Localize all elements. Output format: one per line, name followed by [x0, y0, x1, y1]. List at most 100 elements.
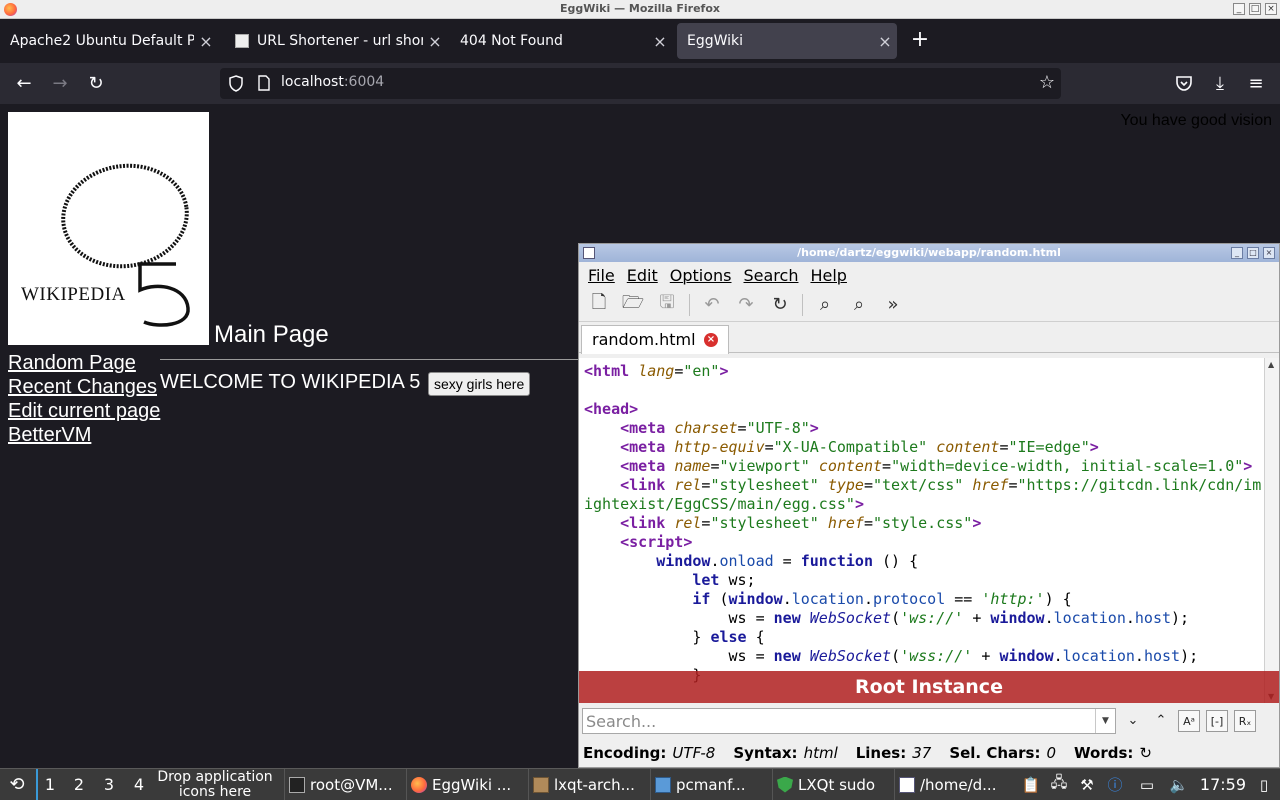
task-label: root@VM...: [310, 775, 393, 794]
reload-file-icon[interactable]: ↻: [768, 293, 792, 317]
editor-scrollbar[interactable]: ▲ ▼: [1264, 358, 1279, 703]
close-window-button[interactable]: ×: [1265, 3, 1277, 15]
code-editor[interactable]: <html lang="en"> <head> <meta charset="U…: [579, 358, 1265, 703]
open-folder-icon[interactable]: 🗁: [621, 292, 645, 317]
wiki-logo[interactable]: WIKIPEDIA: [8, 112, 209, 345]
volume-icon[interactable]: 🔈: [1167, 769, 1191, 800]
title-divider: [160, 359, 580, 360]
maximize-button[interactable]: □: [1249, 3, 1261, 15]
tab-eggwiki[interactable]: EggWiki ×: [677, 23, 897, 59]
tab-close-icon[interactable]: ×: [648, 32, 672, 51]
undo-icon[interactable]: ↶: [700, 293, 724, 317]
refresh-word-count-icon[interactable]: ↻: [1139, 744, 1152, 762]
tab-404[interactable]: 404 Not Found ×: [450, 23, 672, 59]
task-lxqt-sudo[interactable]: LXQt sudo: [772, 769, 890, 800]
desktop-2[interactable]: 2: [66, 769, 92, 800]
taskbar-clock[interactable]: 17:59: [1200, 775, 1246, 794]
tab-close-icon[interactable]: ×: [194, 32, 218, 51]
editor-titlebar[interactable]: /home/dartz/eggwiki/webapp/random.html _…: [579, 244, 1279, 262]
menu-edit[interactable]: Edit: [627, 266, 658, 285]
tab-label: 404 Not Found: [460, 33, 563, 49]
tab-apache[interactable]: Apache2 Ubuntu Default Page ×: [0, 23, 218, 59]
taskbar: ⟲ 1 2 3 4 Drop application icons here ro…: [0, 768, 1280, 800]
editor-minimize-button[interactable]: _: [1231, 247, 1243, 259]
url-bar[interactable]: localhost:6004 ☆: [220, 68, 1061, 99]
editor-tab-random-html[interactable]: random.html ×: [581, 325, 729, 354]
minimize-button[interactable]: _: [1233, 3, 1245, 15]
notes-icon[interactable]: ▭: [1135, 769, 1159, 800]
editor-toolbar: 🗋 🗁 🖫 ↶ ↷ ↻ ⌕ ⌕ »: [579, 288, 1279, 322]
find-prev-chevron-up-icon[interactable]: ⌃: [1150, 710, 1172, 732]
tab-close-icon[interactable]: ×: [423, 32, 447, 51]
start-menu-icon[interactable]: ⟲: [4, 769, 30, 800]
menu-options[interactable]: Options: [670, 266, 732, 285]
syntax-label: Syntax:: [733, 743, 798, 762]
egg-logo-drawing: [61, 163, 190, 327]
task-label: /home/d...: [920, 775, 997, 794]
url-text[interactable]: localhost:6004: [281, 74, 384, 90]
reload-icon[interactable]: ↻: [83, 71, 109, 97]
task-archiver[interactable]: lxqt-arch...: [528, 769, 646, 800]
side-navigation: Random Page Recent Changes Edit current …: [8, 351, 160, 447]
clipboard-icon[interactable]: 📋: [1019, 769, 1043, 800]
regex-icon[interactable]: Rₓ: [1234, 710, 1256, 732]
show-desktop-icon[interactable]: ▯: [1252, 769, 1276, 800]
back-arrow-icon[interactable]: ←: [11, 71, 37, 97]
nav-link-random-page[interactable]: Random Page: [8, 351, 160, 375]
menu-search[interactable]: Search: [744, 266, 799, 285]
editor-tab-bar: random.html ×: [579, 322, 1279, 354]
task-firefox[interactable]: EggWiki ...: [406, 769, 524, 800]
whole-word-icon[interactable]: [‑]: [1206, 710, 1228, 732]
tab-close-icon[interactable]: ×: [873, 32, 897, 51]
save-icon[interactable]: 🖫: [655, 292, 679, 317]
redo-icon[interactable]: ↷: [734, 293, 758, 317]
pocket-icon[interactable]: [1175, 75, 1193, 92]
promo-button[interactable]: sexy girls here: [428, 372, 531, 396]
bookmark-star-icon[interactable]: ☆: [1039, 72, 1055, 93]
task-file-manager[interactable]: pcmanf...: [650, 769, 768, 800]
words-label: Words:: [1074, 743, 1134, 762]
search-input[interactable]: [583, 709, 1093, 733]
find-next-chevron-down-icon[interactable]: ⌄: [1122, 710, 1144, 732]
tab-url-shortener[interactable]: URL Shortener - url shortener ×: [225, 23, 447, 59]
menu-hamburger-icon[interactable]: ≡: [1243, 71, 1269, 97]
tab-label: EggWiki: [687, 33, 744, 49]
scroll-up-icon[interactable]: ▲: [1268, 360, 1274, 369]
search-history-dropdown-icon[interactable]: ▼: [1095, 709, 1115, 733]
match-case-icon[interactable]: Aᵃ: [1178, 710, 1200, 732]
downloads-icon[interactable]: ⤓: [1207, 71, 1233, 97]
terminal-icon: [289, 776, 305, 793]
nav-link-bettervm[interactable]: BetterVM: [8, 423, 160, 447]
tools-icon[interactable]: ⚒: [1075, 769, 1099, 800]
forward-arrow-icon[interactable]: →: [47, 71, 73, 97]
task-label: lxqt-arch...: [554, 775, 635, 794]
menu-file[interactable]: File: [588, 266, 615, 285]
desktop-4[interactable]: 4: [126, 769, 152, 800]
nav-link-edit-page[interactable]: Edit current page: [8, 399, 160, 423]
task-terminal[interactable]: root@VM...: [284, 769, 402, 800]
find-replace-icon[interactable]: ⌕: [847, 293, 871, 317]
folder-icon: [655, 776, 671, 793]
window-titlebar: EggWiki — Mozilla Firefox _ □ ×: [0, 0, 1280, 19]
quicklaunch-drop-hint: Drop application icons here: [157, 769, 273, 800]
tab-label: URL Shortener - url shortener: [257, 33, 423, 49]
network-icon[interactable]: 🖧: [1047, 769, 1071, 800]
nav-link-recent-changes[interactable]: Recent Changes: [8, 375, 160, 399]
close-tab-icon[interactable]: ×: [704, 333, 718, 347]
new-tab-button[interactable]: +: [906, 23, 934, 59]
find-icon[interactable]: ⌕: [813, 293, 837, 317]
editor-window: /home/dartz/eggwiki/webapp/random.html _…: [578, 243, 1280, 768]
hidden-message: You have good vision: [1120, 112, 1272, 129]
menu-help[interactable]: Help: [810, 266, 846, 285]
desktop-3[interactable]: 3: [96, 769, 122, 800]
editor-maximize-button[interactable]: □: [1247, 247, 1259, 259]
more-chevron-icon[interactable]: »: [881, 293, 905, 317]
new-file-icon[interactable]: 🗋: [587, 292, 611, 317]
desktop-1[interactable]: 1: [36, 769, 62, 800]
editor-close-button[interactable]: ×: [1263, 247, 1275, 259]
page-info-icon[interactable]: [257, 75, 271, 91]
task-editor[interactable]: /home/d...: [894, 769, 1012, 800]
shield-icon[interactable]: [228, 75, 244, 92]
info-icon[interactable]: ⓘ: [1103, 769, 1127, 800]
encoding-label: Encoding:: [583, 743, 667, 762]
